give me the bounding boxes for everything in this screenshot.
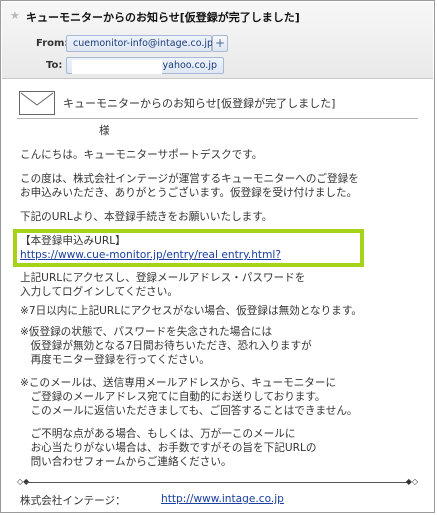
footer-divider bbox=[25, 482, 410, 483]
note-send-only: ※このメールは、送信専用メールアドレスから、キューモニターに ご登録のメールアド… bbox=[20, 377, 358, 417]
note-contact: ご不明な点がある場合、もしくは、万が一このメールに お心当たりがない場合は、お手… bbox=[30, 428, 317, 468]
note-password: ※仮登録の状態で、パスワードを失念された場合には 仮登録が無効となる7日間お待ち… bbox=[20, 326, 312, 366]
diamond-right-icon: ◆◇ bbox=[405, 477, 418, 486]
add-contact-button[interactable]: + bbox=[212, 35, 228, 52]
envelope-icon bbox=[19, 91, 55, 115]
email-subject: キューモニターからのお知らせ[仮登録が完了しました] bbox=[26, 11, 300, 24]
email-header: ★ キューモニターからのお知らせ[仮登録が完了しました] From: cuemo… bbox=[2, 2, 433, 79]
from-address-chip[interactable]: cuemonitor-info@intage.co.jp bbox=[66, 35, 213, 52]
registration-url-link[interactable]: https://www.cue-monitor.jp/entry/real en… bbox=[20, 248, 425, 262]
footer-website-link[interactable]: http://www.intage.co.jp bbox=[161, 493, 284, 505]
note-seven-days: ※7日以内に上記URLにアクセスがない場合、仮登録は無効となります。 bbox=[20, 305, 362, 317]
instruction: 下記のURLより、本登録手続きをお願いいたします。 bbox=[20, 211, 273, 223]
salutation: 様 bbox=[99, 125, 110, 137]
access-instructions: 上記URLにアクセスし、登録メールアドレス・パスワードを 入力してログインしてく… bbox=[20, 272, 306, 298]
redacted-address bbox=[72, 60, 162, 74]
greeting: こんにちは。キューモニターサポートデスクです。 bbox=[20, 149, 263, 161]
notice-title: キューモニターからのお知らせ[仮登録が完了しました] bbox=[63, 97, 336, 110]
from-label: From: bbox=[36, 38, 69, 49]
url-label: 【本登録申込みURL】 bbox=[20, 235, 126, 247]
intro-paragraph: この度は、株式会社インテージが運営するキューモニターへのご登録を お申込みいただ… bbox=[20, 173, 359, 199]
footer-company: 株式会社インテージ： bbox=[20, 495, 126, 507]
star-icon[interactable]: ★ bbox=[10, 9, 20, 22]
email-window: ★ キューモニターからのお知らせ[仮登録が完了しました] From: cuemo… bbox=[0, 0, 435, 513]
notice-divider bbox=[17, 118, 418, 119]
to-label: To: bbox=[46, 60, 63, 71]
